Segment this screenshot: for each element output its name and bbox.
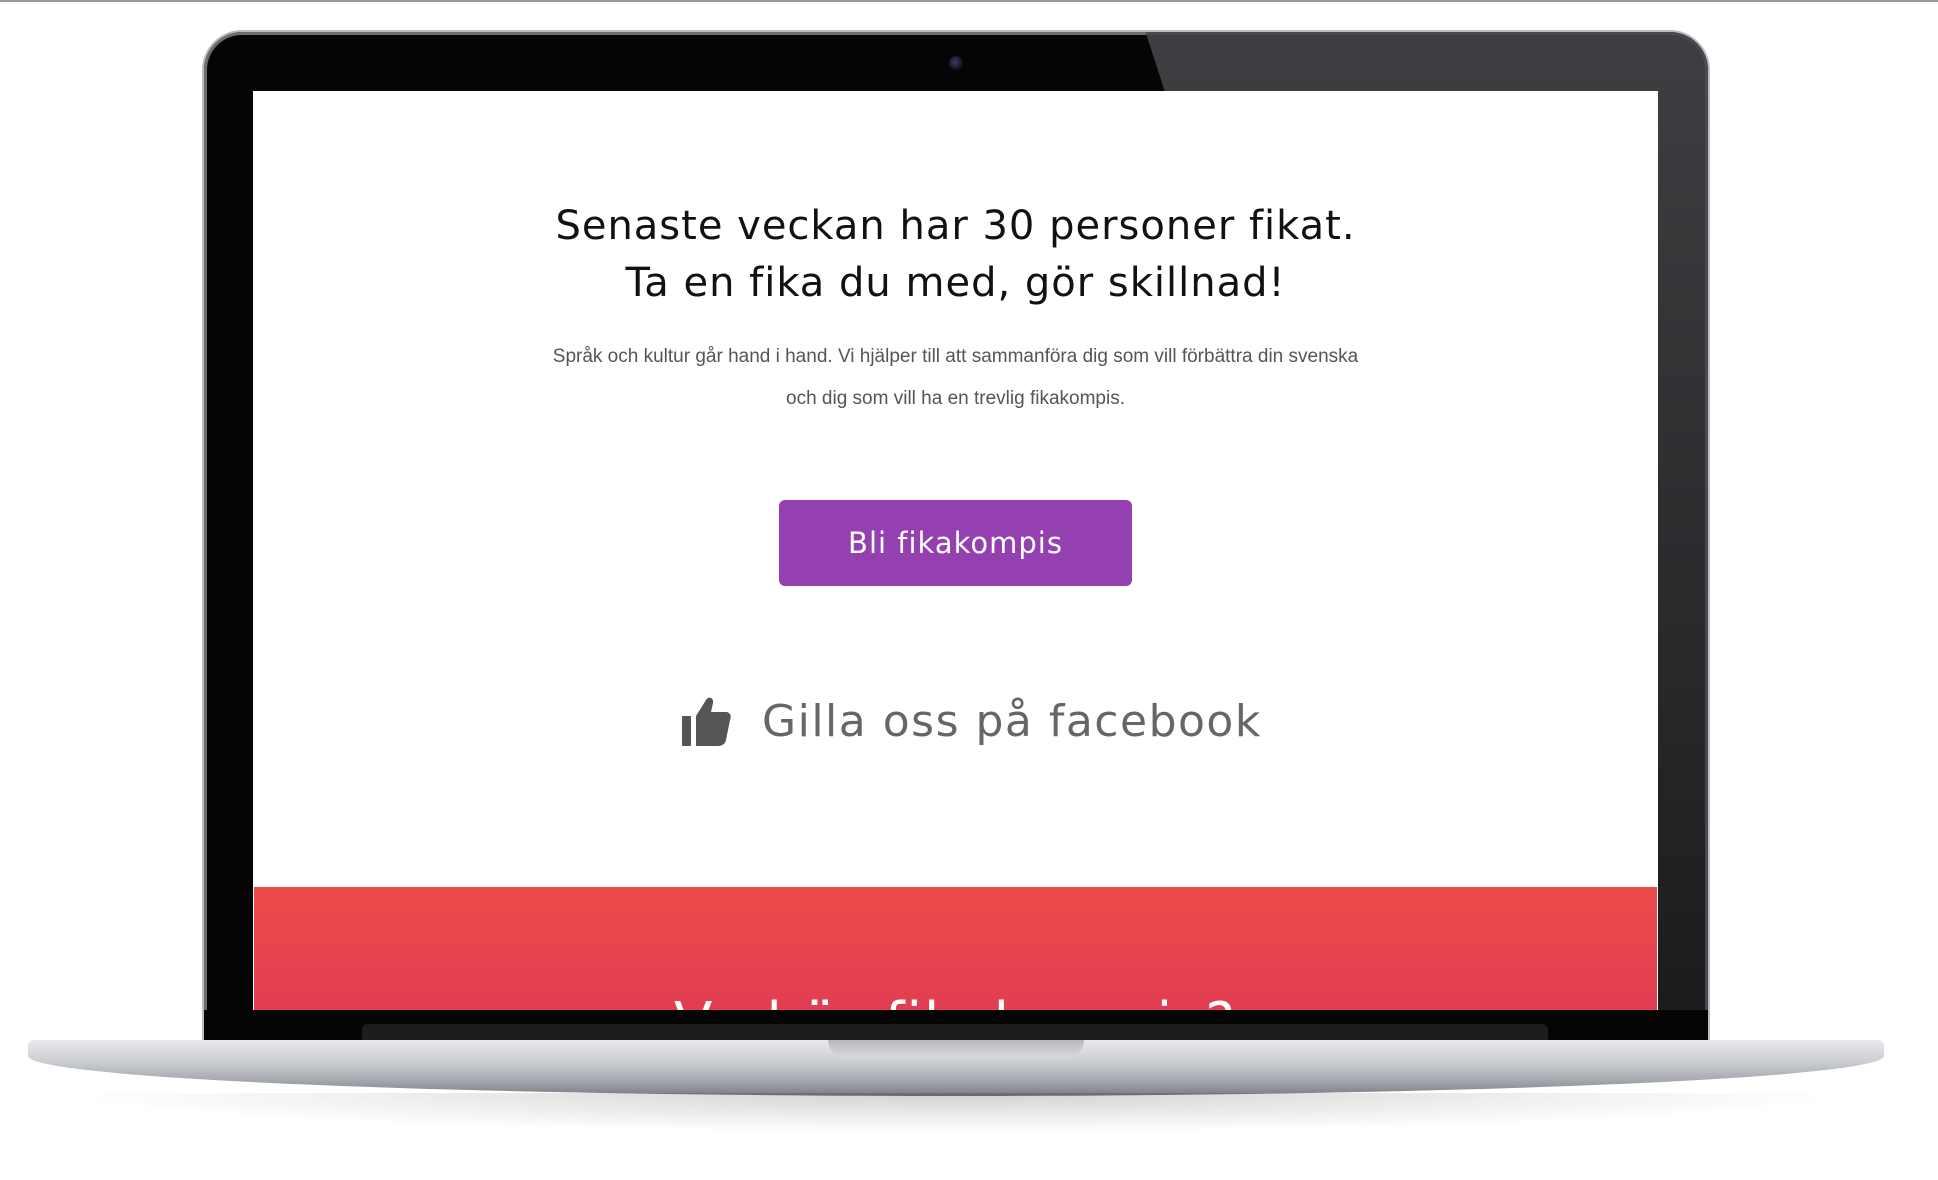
laptop-shadow (60, 1093, 1850, 1133)
hero-subtext: Språk och kultur går hand i hand. Vi hjä… (253, 336, 1658, 420)
thumbs-up-icon (680, 694, 732, 748)
headline-line-2: Ta en fika du med, gör skillnad! (625, 260, 1286, 306)
lid-opening-notch (828, 1040, 1084, 1058)
top-border (0, 0, 1938, 2)
camera-icon (949, 56, 963, 70)
next-section-title: Vad är fikakompis? (254, 991, 1657, 1011)
screen-bottom-bezel (204, 1010, 1708, 1044)
bli-fikakompis-button[interactable]: Bli fikakompis (779, 500, 1132, 586)
next-section-band: Vad är fikakompis? (254, 887, 1657, 1011)
subtext-line-2: och dig som vill ha en trevlig fikakompi… (786, 388, 1125, 409)
laptop-screen: Senaste veckan har 30 personer fikat. Ta… (253, 91, 1658, 1011)
headline-line-1: Senaste veckan har 30 personer fikat. (555, 203, 1356, 249)
subtext-line-1: Språk och kultur går hand i hand. Vi hjä… (552, 346, 1359, 367)
facebook-like-link[interactable]: Gilla oss på facebook (680, 691, 1260, 751)
hero-headline: Senaste veckan har 30 personer fikat. Ta… (253, 198, 1658, 312)
facebook-like-label: Gilla oss på facebook (762, 695, 1262, 747)
laptop-base (28, 1040, 1884, 1096)
